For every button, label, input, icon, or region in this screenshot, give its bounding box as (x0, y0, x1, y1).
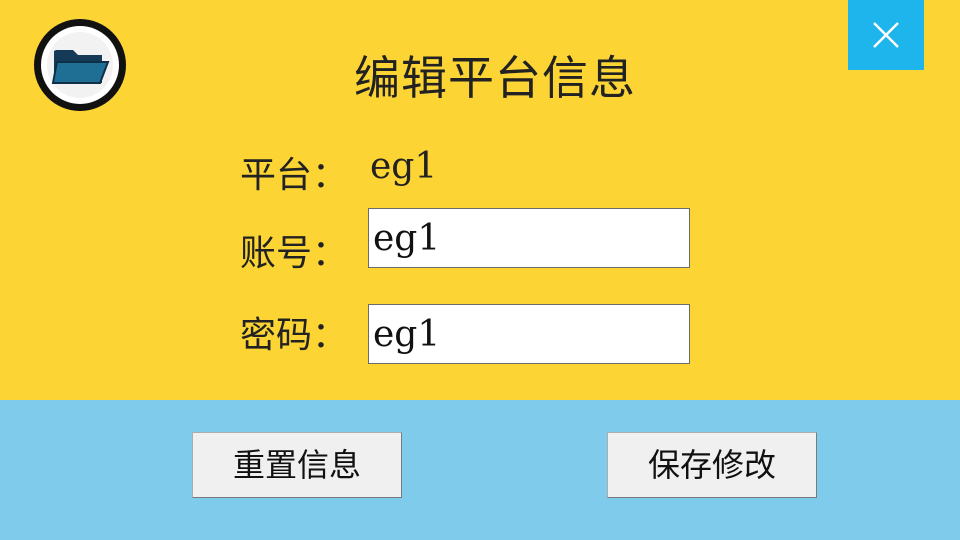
password-label: 密码： (240, 315, 349, 356)
password-input[interactable] (368, 304, 690, 364)
platform-value: eg1 (370, 146, 438, 187)
reset-info-button[interactable]: 重置信息 (192, 432, 402, 498)
account-input[interactable] (368, 208, 690, 268)
edit-platform-window: 编辑平台信息 平台： eg1 账号： 密码： 重置信息 保存修改 (0, 0, 960, 540)
save-changes-button[interactable]: 保存修改 (607, 432, 817, 498)
dialog-title: 编辑平台信息 (354, 51, 636, 105)
account-label: 账号： (240, 233, 349, 274)
platform-label: 平台： (240, 155, 349, 196)
